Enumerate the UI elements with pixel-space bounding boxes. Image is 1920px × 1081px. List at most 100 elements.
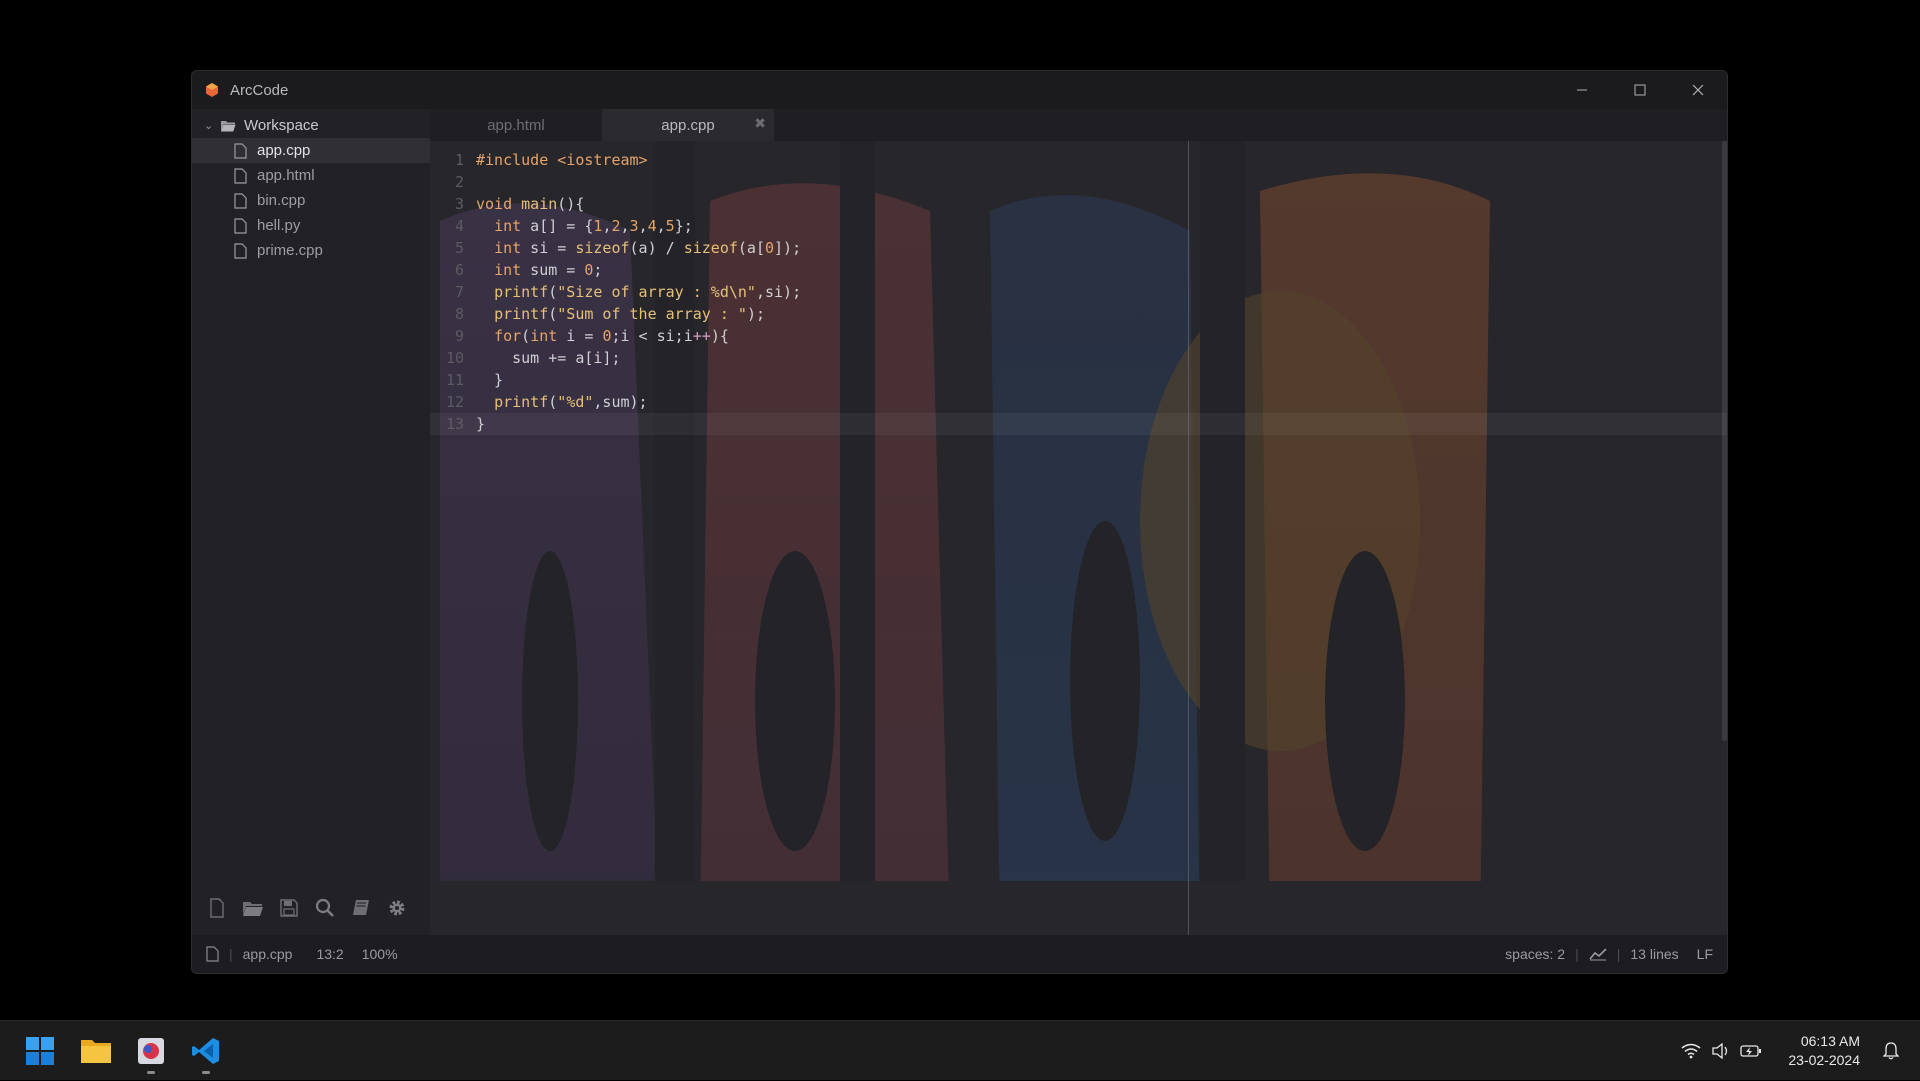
line-number: 7 (454, 283, 464, 301)
volume-icon[interactable] (1706, 1043, 1736, 1059)
line-source: for(int i = 0;i < si;i++){ (494, 327, 729, 345)
window-title: ArcCode (230, 81, 289, 99)
code-line[interactable]: 4 int a[] = {1,2,3,4,5}; (430, 215, 1727, 237)
line-number: 13 (445, 415, 464, 433)
code-line[interactable]: 10 sum += a[i]; (430, 347, 1727, 369)
file-icon (234, 192, 247, 209)
file-item[interactable]: bin.cpp (192, 188, 430, 213)
code-line[interactable]: 9 for(int i = 0;i < si;i++){ (430, 325, 1727, 347)
line-source (464, 171, 476, 193)
close-icon (1692, 84, 1704, 96)
code-lines: 1 #include <iostream> 2 3 void main(){ 4 int … (430, 149, 1727, 435)
system-tray: 06:13 AM 23-02-2024 (1676, 1021, 1920, 1081)
new-file-button[interactable] (206, 897, 228, 919)
folder-open-icon (221, 120, 236, 131)
status-cursor-position[interactable]: 13:2 (316, 946, 343, 962)
open-folder-button[interactable] (242, 897, 264, 919)
clock-date: 23-02-2024 (1788, 1052, 1860, 1068)
notification-bell-icon[interactable] (1876, 1042, 1906, 1060)
file-item[interactable]: app.html (192, 163, 430, 188)
search-button[interactable] (314, 897, 336, 919)
code-line[interactable]: 2 (430, 171, 1727, 193)
arccode-logo-icon (206, 83, 218, 97)
line-number: 4 (454, 217, 464, 235)
open-folder-icon (243, 902, 263, 916)
divider: | (229, 946, 233, 962)
code-line[interactable]: 8 printf("Sum of the array : "); (430, 303, 1727, 325)
file-item[interactable]: prime.cpp (192, 238, 430, 263)
line-source: } (476, 371, 504, 389)
workspace-label: Workspace (244, 116, 319, 134)
status-line-count: 13 lines (1630, 946, 1679, 962)
line-number: 8 (454, 305, 464, 323)
tab-app-cpp[interactable]: app.cpp ✖ (602, 109, 774, 141)
arccode-taskbar-button[interactable] (131, 1031, 171, 1074)
wifi-icon[interactable] (1676, 1043, 1706, 1059)
status-bar: | app.cpp 13:2 100% spaces: 2 | | 13 lin… (192, 935, 1727, 973)
chevron-down-icon: ⌄ (204, 119, 214, 132)
maximize-icon (1634, 84, 1646, 96)
line-number: 1 (454, 151, 464, 169)
line-source: void main(){ (476, 195, 585, 213)
taskbar: 06:13 AM 23-02-2024 (0, 1020, 1920, 1080)
running-indicator (202, 1071, 210, 1074)
save-button[interactable] (278, 897, 300, 919)
line-source: #include <iostream> (476, 151, 648, 169)
vscode-taskbar-button[interactable] (186, 1031, 226, 1074)
search-icon (315, 898, 334, 917)
minimize-icon (1577, 89, 1587, 91)
tab-app-html[interactable]: app.html (430, 109, 602, 141)
file-icon (234, 217, 247, 234)
clock[interactable]: 06:13 AM 23-02-2024 (1788, 1032, 1860, 1070)
sidebar-toolbar (192, 893, 430, 923)
settings-button[interactable] (386, 897, 408, 919)
file-icon (234, 242, 247, 259)
code-line[interactable]: 13} (430, 413, 1727, 435)
file-explorer-taskbar-button[interactable] (76, 1031, 116, 1071)
start-button[interactable] (20, 1031, 60, 1071)
vscode-icon (192, 1038, 219, 1064)
arccode-app-icon (138, 1038, 164, 1064)
code-line[interactable]: 1 #include <iostream> (430, 149, 1727, 171)
workspace-folder[interactable]: ⌄ Workspace (192, 112, 430, 138)
divider: | (1616, 946, 1621, 962)
docs-button[interactable] (350, 897, 372, 919)
line-source: int a[] = {1,2,3,4,5}; (494, 217, 693, 235)
file-icon (234, 167, 247, 184)
status-indent[interactable]: spaces: 2 (1505, 946, 1565, 962)
file-item[interactable]: app.cpp (192, 138, 430, 163)
file-name: prime.cpp (257, 242, 323, 259)
tab-close-icon[interactable]: ✖ (754, 115, 766, 132)
code-line[interactable]: 6 int sum = 0; (430, 259, 1727, 281)
title-bar[interactable]: ArcCode (192, 71, 1727, 109)
close-button[interactable] (1669, 71, 1727, 109)
file-item[interactable]: hell.py (192, 213, 430, 238)
clock-time: 06:13 AM (1800, 1033, 1860, 1049)
code-line[interactable]: 7 printf("Size of array : %d\n",si); (430, 281, 1727, 303)
file-icon (234, 142, 247, 159)
line-number: 9 (454, 327, 464, 345)
line-source: } (476, 415, 486, 433)
code-line[interactable]: 11 } (430, 369, 1727, 391)
battery-icon[interactable] (1736, 1044, 1766, 1058)
windows-logo-icon (26, 1037, 54, 1065)
code-line[interactable]: 12 printf("%d",sum); (430, 391, 1727, 413)
code-line[interactable]: 5 int si = sizeof(a) / sizeof(a[0]); (430, 237, 1727, 259)
file-name: app.html (257, 167, 315, 184)
status-eol[interactable]: LF (1697, 946, 1713, 962)
chart-icon[interactable] (1589, 947, 1607, 961)
line-number: 3 (454, 195, 464, 213)
line-number: 11 (445, 371, 464, 389)
code-line[interactable]: 3 void main(){ (430, 193, 1727, 215)
file-icon (206, 946, 219, 962)
gear-icon (389, 900, 405, 916)
status-zoom[interactable]: 100% (362, 946, 398, 962)
status-filename: app.cpp (242, 946, 293, 962)
maximize-button[interactable] (1611, 71, 1669, 109)
book-icon (353, 900, 369, 915)
code-editor[interactable]: 1 #include <iostream> 2 3 void main(){ 4 int … (430, 141, 1727, 937)
file-name: app.cpp (257, 142, 311, 159)
folder-icon (81, 1040, 111, 1063)
line-source: printf("Size of array : %d\n",si); (494, 283, 802, 301)
minimize-button[interactable] (1553, 71, 1611, 109)
